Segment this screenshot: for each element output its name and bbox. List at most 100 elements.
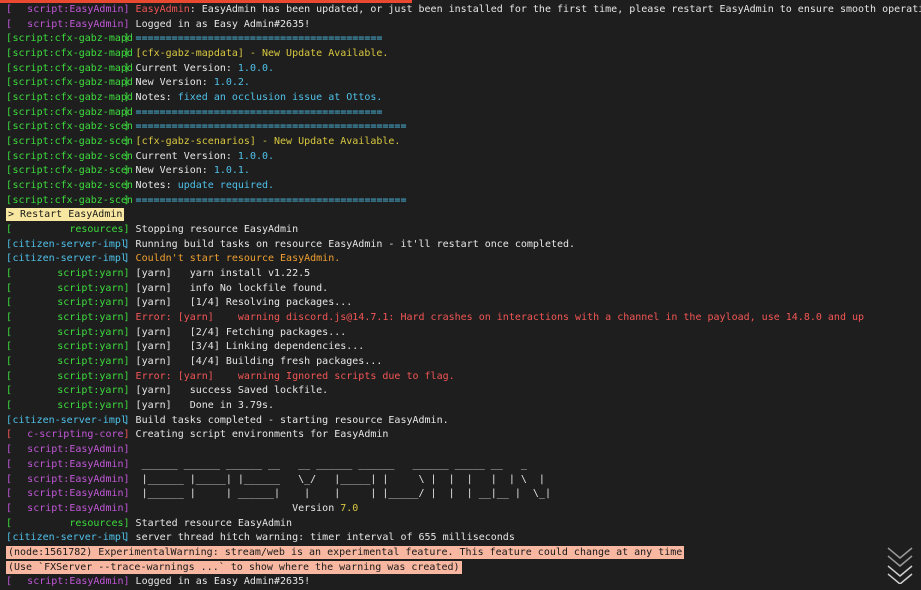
log-line: [script:EasyAdmin] |______ | | ______| |… [6, 487, 921, 502]
log-line: (node:1561782) ExperimentalWarning: stre… [6, 545, 921, 561]
log-line: [script:cfx-gabz-scen] New Version: 1.0.… [6, 164, 921, 179]
log-highlight-text: (Use `FXServer --trace-warnings ...` to … [6, 560, 462, 574]
log-message: [yarn] [2/4] Fetching packages... [135, 326, 347, 338]
log-source: [script:cfx-gabz-scen] [6, 194, 136, 206]
log-source: [script:EasyAdmin] [6, 444, 136, 456]
log-source: [script:cfx-gabz-mapd] [6, 48, 136, 60]
log-source: [script:yarn] [6, 370, 136, 382]
log-source: [resources] [6, 517, 136, 529]
log-source: [script:EasyAdmin] [6, 502, 136, 514]
log-message: Notes: update required. [135, 180, 275, 192]
log-message: Couldn't start resource EasyAdmin. [135, 253, 341, 265]
log-line: [citizen-server-impl] Running build task… [6, 238, 921, 253]
log-line: [citizen-server-impl] Build tasks comple… [6, 414, 921, 429]
log-source: [script:EasyAdmin] [6, 4, 136, 15]
log-line: [script:cfx-gabz-scen] =================… [6, 120, 921, 135]
log-source: [script:cfx-gabz-scen] [6, 150, 136, 162]
log-line: [script:yarn] [yarn] info No lockfile fo… [6, 282, 921, 297]
log-message: [yarn] success Saved lockfile. [135, 385, 329, 397]
log-message: ========================================… [135, 194, 407, 206]
log-source: [script:yarn] [6, 356, 136, 368]
log-line: [script:yarn] Error: [yarn] warning disc… [6, 311, 921, 326]
log-line: [script:cfx-gabz-mapd] =================… [6, 32, 921, 47]
log-source: [c-scripting-core] [6, 429, 136, 441]
console-log: [script:EasyAdmin] EasyAdmin: EasyAdmin … [6, 3, 921, 590]
log-line: [script:EasyAdmin] ______ ______ ______ … [6, 458, 921, 473]
log-message: Version 7.0 [135, 502, 359, 514]
log-message: [yarn] [3/4] Linking dependencies... [135, 341, 365, 353]
log-source: [script:EasyAdmin] [6, 576, 136, 588]
log-line: [script:EasyAdmin] Logged in as Easy Adm… [6, 18, 921, 33]
log-message: [yarn] Done in 3.79s. [135, 400, 275, 412]
log-source: [citizen-server-impl] [6, 238, 136, 250]
log-line: [resources] Stopping resource EasyAdmin [6, 223, 921, 238]
log-line: [script:yarn] [yarn] success Saved lockf… [6, 384, 921, 399]
log-line: [script:EasyAdmin] Version 7.0 [6, 502, 921, 517]
log-line: [script:EasyAdmin] |______ |_____| |____… [6, 473, 921, 488]
log-source: [script:cfx-gabz-scen] [6, 136, 136, 148]
log-line: [script:EasyAdmin] EasyAdmin: EasyAdmin … [6, 3, 921, 18]
log-source: [script:cfx-gabz-mapd] [6, 92, 136, 104]
log-message: ______ ______ ______ __ __ ______ ______… [135, 458, 527, 470]
log-source: [script:yarn] [6, 297, 136, 309]
log-line: [script:yarn] [yarn] yarn install v1.22.… [6, 267, 921, 282]
log-line: [script:yarn] [yarn] [2/4] Fetching pack… [6, 326, 921, 341]
log-line: [script:cfx-gabz-scen] Notes: update req… [6, 179, 921, 194]
log-source: [script:yarn] [6, 268, 136, 280]
log-message: Error: [yarn] warning discord.js@14.7.1:… [135, 312, 865, 324]
log-source: [script:EasyAdmin] [6, 473, 136, 485]
log-line: [script:cfx-gabz-mapd] Current Version: … [6, 62, 921, 77]
log-line: [citizen-server-impl] server thread hitc… [6, 531, 921, 546]
log-message: Logged in as Easy Admin#2635! [135, 576, 311, 588]
log-source: [resources] [6, 224, 136, 236]
log-line: [script:EasyAdmin] Logged in as Easy Adm… [6, 575, 921, 590]
log-highlight-text: (node:1561782) ExperimentalWarning: stre… [6, 545, 685, 559]
log-message: Logged in as Easy Admin#2635! [135, 18, 311, 30]
server-console[interactable]: [script:EasyAdmin] EasyAdmin: EasyAdmin … [0, 0, 921, 590]
log-source: [script:cfx-gabz-scen] [6, 121, 136, 133]
scroll-to-bottom-button[interactable] [887, 544, 913, 585]
log-source: [script:yarn] [6, 282, 136, 294]
log-source: [script:yarn] [6, 312, 136, 324]
log-line: [script:cfx-gabz-mapd] Notes: fixed an o… [6, 91, 921, 106]
double-chevron-down-icon [887, 547, 913, 585]
log-message: |______ | | ______| | | | |_____/ | | | … [135, 488, 551, 500]
log-source: [script:cfx-gabz-mapd] [6, 106, 136, 118]
log-line: [script:cfx-gabz-mapd] New Version: 1.0.… [6, 76, 921, 91]
log-source: [script:yarn] [6, 385, 136, 397]
log-message: ========================================… [135, 121, 407, 133]
log-line: [script:cfx-gabz-mapd] =================… [6, 106, 921, 121]
log-line: [script:yarn] Error: [yarn] warning Igno… [6, 370, 921, 385]
log-line: [script:cfx-gabz-scen] [cfx-gabz-scenari… [6, 135, 921, 150]
log-source: [script:cfx-gabz-scen] [6, 180, 136, 192]
log-source: [citizen-server-impl] [6, 532, 136, 544]
log-source: [script:EasyAdmin] [6, 488, 136, 500]
log-source: [script:cfx-gabz-mapd] [6, 62, 136, 74]
log-source: [script:cfx-gabz-scen] [6, 165, 136, 177]
log-line: [script:yarn] [yarn] [4/4] Building fres… [6, 355, 921, 370]
log-message: Current Version: 1.0.0. [135, 150, 275, 162]
log-line: > Restart EasyAdmin [6, 208, 921, 223]
log-message: Current Version: 1.0.0. [135, 62, 275, 74]
log-source: [citizen-server-impl] [6, 253, 136, 265]
log-line: [script:EasyAdmin] [6, 443, 921, 458]
log-message: [yarn] [1/4] Resolving packages... [135, 297, 353, 309]
log-message: Error: [yarn] warning Ignored scripts du… [135, 370, 455, 382]
log-line: (Use `FXServer --trace-warnings ...` to … [6, 560, 921, 576]
log-message: New Version: 1.0.2. [135, 77, 250, 89]
log-source: [script:yarn] [6, 341, 136, 353]
log-message: server thread hitch warning: timer inter… [135, 532, 515, 544]
log-source: [script:EasyAdmin] [6, 18, 136, 30]
log-source: [script:yarn] [6, 400, 136, 412]
log-line: [resources] Started resource EasyAdmin [6, 517, 921, 532]
log-message: EasyAdmin: EasyAdmin has been updated, o… [135, 4, 921, 15]
log-source: [citizen-server-impl] [6, 414, 136, 426]
log-message: ========================================… [135, 33, 383, 45]
log-message: New Version: 1.0.1. [135, 165, 250, 177]
log-source: [script:cfx-gabz-mapd] [6, 33, 136, 45]
log-line: [citizen-server-impl] Couldn't start res… [6, 252, 921, 267]
log-line: [script:yarn] [yarn] [3/4] Linking depen… [6, 340, 921, 355]
log-line: [script:cfx-gabz-scen] =================… [6, 194, 921, 209]
log-source: [script:EasyAdmin] [6, 458, 136, 470]
log-message: Build tasks completed - starting resourc… [135, 414, 449, 426]
